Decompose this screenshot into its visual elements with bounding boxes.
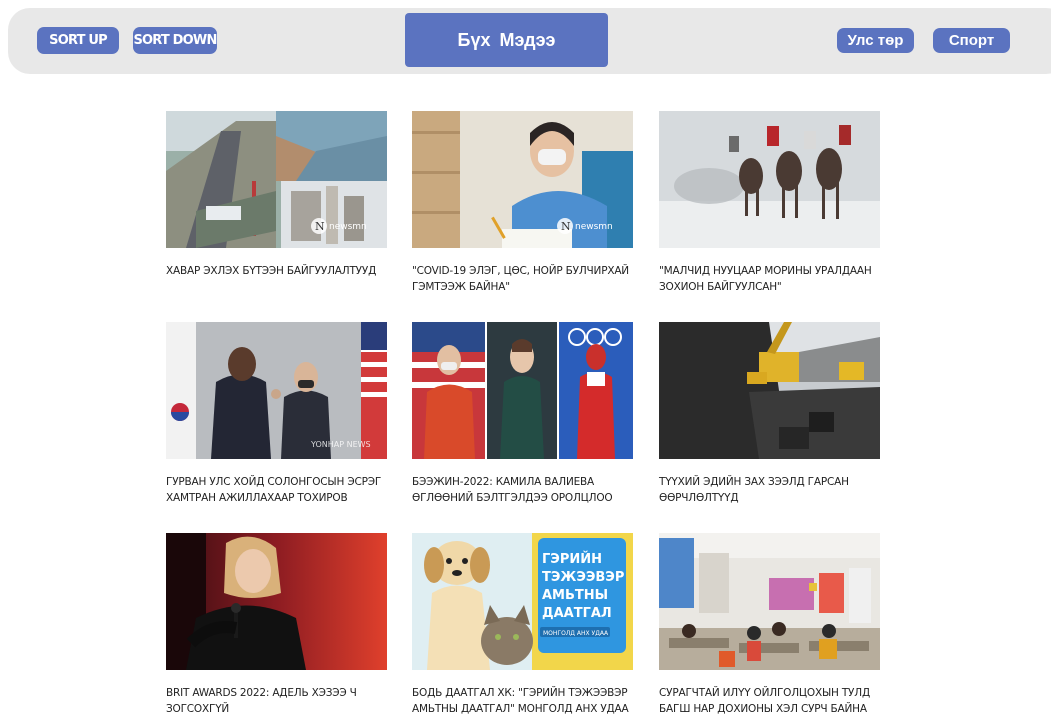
article-title[interactable]: ГУРВАН УЛС ХОЙД СОЛОНГОСЫН ЭСРЭГ ХАМТРАН… [166,474,387,506]
construction-collage-image[interactable]: N newsmn [166,111,387,248]
news-card-korea[interactable]: YONHAP NEWS ГУРВАН УЛС ХОЙД СОЛОНГОСЫН Э… [166,322,387,506]
article-title[interactable]: "COVID-19 ЭЛЭГ, ЦӨС, НОЙР БУЛЧИРХАЙ ГЭМТ… [412,263,633,295]
news-card-brit-awards[interactable]: BRIT AWARDS 2022: АДЕЛЬ ХЭЗЭЭ Ч ЗОГСОХГҮ… [166,533,387,717]
article-title[interactable]: ХАВАР ЭХЛЭХ БҮТЭЭН БАЙГУУЛАЛТУУД [166,263,387,279]
doctor-portrait-image[interactable]: N newsmn [412,111,633,248]
singer-on-stage-image[interactable] [166,533,387,670]
sort-up-button[interactable]: SORT UP [37,27,119,54]
news-card-pet-insurance[interactable]: ГЭРИЙН ТЭЖЭЭВЭР АМЬТНЫ ДААТГАЛ МОНГОЛД А… [412,533,633,717]
article-title[interactable]: "МАЛЧИД НУУЦААР МОРИНЫ УРАЛДААН ЗОХИОН Б… [659,263,880,295]
all-news-button[interactable]: Бүх Мэдээ [405,13,608,67]
ad-line-2: ТЭЖЭЭВЭР [542,570,624,585]
ad-line-4: ДААТГАЛ [542,606,612,621]
watermark-text: newsmn [329,222,367,232]
article-title[interactable]: BRIT AWARDS 2022: АДЕЛЬ ХЭЗЭЭ Ч ЗОГСОХГҮ… [166,685,387,717]
news-card-raw-market[interactable]: ТҮҮХИЙ ЭДИЙН ЗАХ ЗЭЭЛД ГАРСАН ӨӨРЧЛӨЛТҮҮ… [659,322,880,506]
news-card-construction[interactable]: N newsmn ХАВАР ЭХЛЭХ БҮТЭЭН БАЙГУУЛАЛТУУ… [166,111,387,279]
article-title[interactable]: БОДЬ ДААТГАЛ ХК: "ГЭРИЙН ТЭЖЭЭВЭР АМЬТНЫ… [412,685,633,717]
ad-line-3: АМЬТНЫ [542,588,608,603]
news-card-covid[interactable]: N newsmn "COVID-19 ЭЛЭГ, ЦӨС, НОЙР БУЛЧИ… [412,111,633,295]
coal-mining-image[interactable] [659,322,880,459]
top-navigation-bar: SORT UP SORT DOWN Бүх Мэдээ Улс төр Спор… [8,8,1051,74]
olympic-athletes-image[interactable] [412,322,633,459]
ad-line-1: ГЭРИЙН [542,551,602,567]
watermark-text: YONHAP NEWS [310,440,371,449]
classroom-image[interactable] [659,533,880,670]
watermark-text: newsmn [575,222,613,232]
article-title[interactable]: СУРАГЧТАЙ ИЛҮҮ ОЙЛГОЛЦОХЫН ТУЛД БАГШ НАР… [659,685,880,717]
article-title[interactable]: БЭЭЖИН-2022: КАМИЛА ВАЛИЕВА ӨГЛӨӨНИЙ БЭЛ… [412,474,633,506]
news-card-sign-language[interactable]: СУРАГЧТАЙ ИЛҮҮ ОЙЛГОЛЦОХЫН ТУЛД БАГШ НАР… [659,533,880,717]
news-card-horse-race[interactable]: "МАЛЧИД НУУЦААР МОРИНЫ УРАЛДААН ЗОХИОН Б… [659,111,880,295]
sort-down-button[interactable]: SORT DOWN [133,27,217,54]
svg-text:N: N [315,220,325,233]
pet-insurance-image[interactable]: ГЭРИЙН ТЭЖЭЭВЭР АМЬТНЫ ДААТГАЛ МОНГОЛД А… [412,533,633,670]
ad-logo-text: МОНГОЛД АНХ УДАА [543,630,609,637]
officials-fist-bump-image[interactable]: YONHAP NEWS [166,322,387,459]
horse-race-image[interactable] [659,111,880,248]
article-title[interactable]: ТҮҮХИЙ ЭДИЙН ЗАХ ЗЭЭЛД ГАРСАН ӨӨРЧЛӨЛТҮҮ… [659,474,880,506]
news-card-beijing[interactable]: БЭЭЖИН-2022: КАМИЛА ВАЛИЕВА ӨГЛӨӨНИЙ БЭЛ… [412,322,633,506]
svg-text:N: N [561,220,571,233]
politics-category-button[interactable]: Улс төр [837,28,914,53]
sport-category-button[interactable]: Спорт [933,28,1010,53]
